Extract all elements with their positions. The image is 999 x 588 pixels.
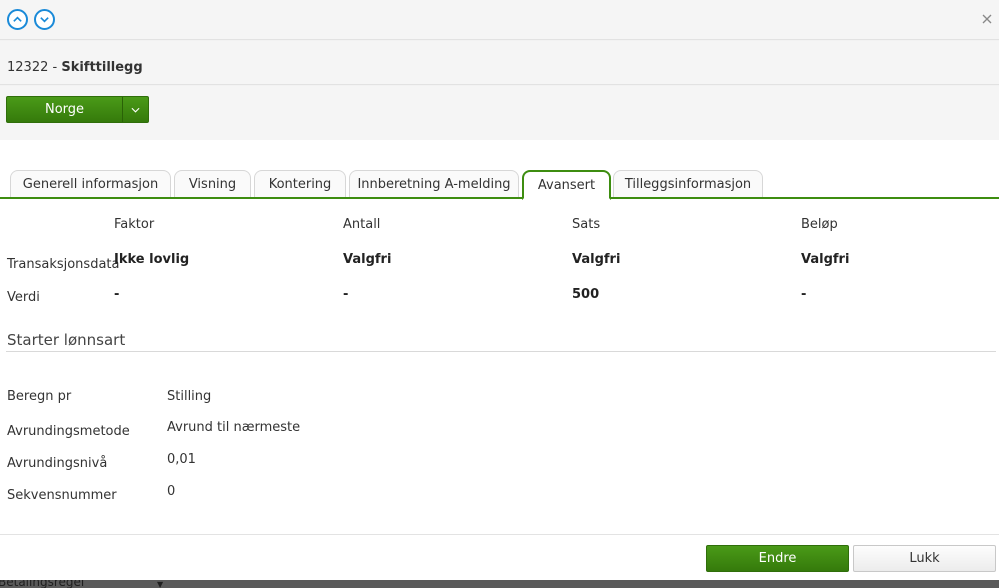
chevron-down-icon [131, 107, 140, 113]
tab-bar: Generell informasjon Visning Kontering I… [0, 170, 999, 200]
field-label-beregn-pr: Beregn pr [7, 389, 72, 404]
field-label-sekvensnummer: Sekvensnummer [7, 488, 117, 503]
previous-record-button[interactable] [7, 9, 28, 30]
field-label-avrundingsmetode: Avrundingsmetode [7, 424, 130, 439]
chevron-up-icon [13, 16, 22, 22]
row-label-transaksjonsdata: Transaksjonsdata [7, 257, 120, 272]
cell-verdi-faktor: - [114, 287, 120, 302]
background-page: Betalingsregel ▼ [0, 580, 999, 588]
tab-kontering[interactable]: Kontering [254, 170, 346, 197]
country-split-button[interactable]: Norge [6, 96, 149, 123]
cell-verdi-sats: 500 [572, 287, 600, 302]
tab-innberetning-a-melding[interactable]: Innberetning A-melding [349, 170, 519, 197]
close-button[interactable] [979, 11, 995, 27]
action-bar: Norge [0, 86, 999, 140]
close-icon [982, 14, 992, 24]
page-title: 12322 - Skifttillegg [7, 60, 143, 75]
cell-transaksjonsdata-belop: Valgfri [801, 252, 850, 267]
row-label-verdi: Verdi [7, 290, 40, 305]
field-value-beregn-pr: Stilling [167, 389, 212, 404]
dialog-footer: Endre Lukk [0, 534, 999, 580]
country-dropdown-toggle[interactable] [123, 97, 148, 122]
tab-avansert[interactable]: Avansert [522, 170, 611, 200]
cell-transaksjonsdata-faktor: Ikke lovlig [114, 252, 190, 267]
tab-generell-informasjon[interactable]: Generell informasjon [10, 170, 171, 197]
cell-verdi-antall: - [343, 287, 349, 302]
cell-transaksjonsdata-antall: Valgfri [343, 252, 392, 267]
section-divider [6, 351, 996, 352]
chevron-down-icon [40, 17, 49, 23]
title-separator: - [48, 60, 62, 75]
record-id: 12322 [7, 60, 49, 75]
field-value-sekvensnummer: 0 [167, 484, 176, 499]
column-header-belop: Beløp [801, 217, 838, 232]
section-title: Starter lønnsart [7, 331, 126, 349]
field-label-avrundingsniva: Avrundingsnivå [7, 456, 108, 471]
top-bar [0, 0, 999, 40]
column-header-antall: Antall [343, 217, 381, 232]
tab-tilleggsinformasjon[interactable]: Tilleggsinformasjon [613, 170, 763, 197]
field-value-avrundingsmetode: Avrund til nærmeste [167, 420, 301, 435]
next-record-button[interactable] [34, 9, 55, 30]
cell-transaksjonsdata-sats: Valgfri [572, 252, 621, 267]
close-dialog-button[interactable]: Lukk [853, 545, 996, 572]
edit-button[interactable]: Endre [706, 545, 849, 572]
record-name: Skifttillegg [61, 60, 143, 75]
field-value-avrundingsniva: 0,01 [167, 452, 196, 467]
title-bar: 12322 - Skifttillegg [0, 41, 999, 85]
cell-verdi-belop: - [801, 287, 807, 302]
tab-visning[interactable]: Visning [174, 170, 251, 197]
content-panel: Generell informasjon Visning Kontering I… [0, 140, 999, 534]
country-button[interactable]: Norge [7, 97, 123, 122]
column-header-faktor: Faktor [114, 217, 155, 232]
background-field-label: Betalingsregel [0, 580, 85, 588]
column-header-sats: Sats [572, 217, 601, 232]
caret-down-icon: ▼ [157, 580, 164, 588]
